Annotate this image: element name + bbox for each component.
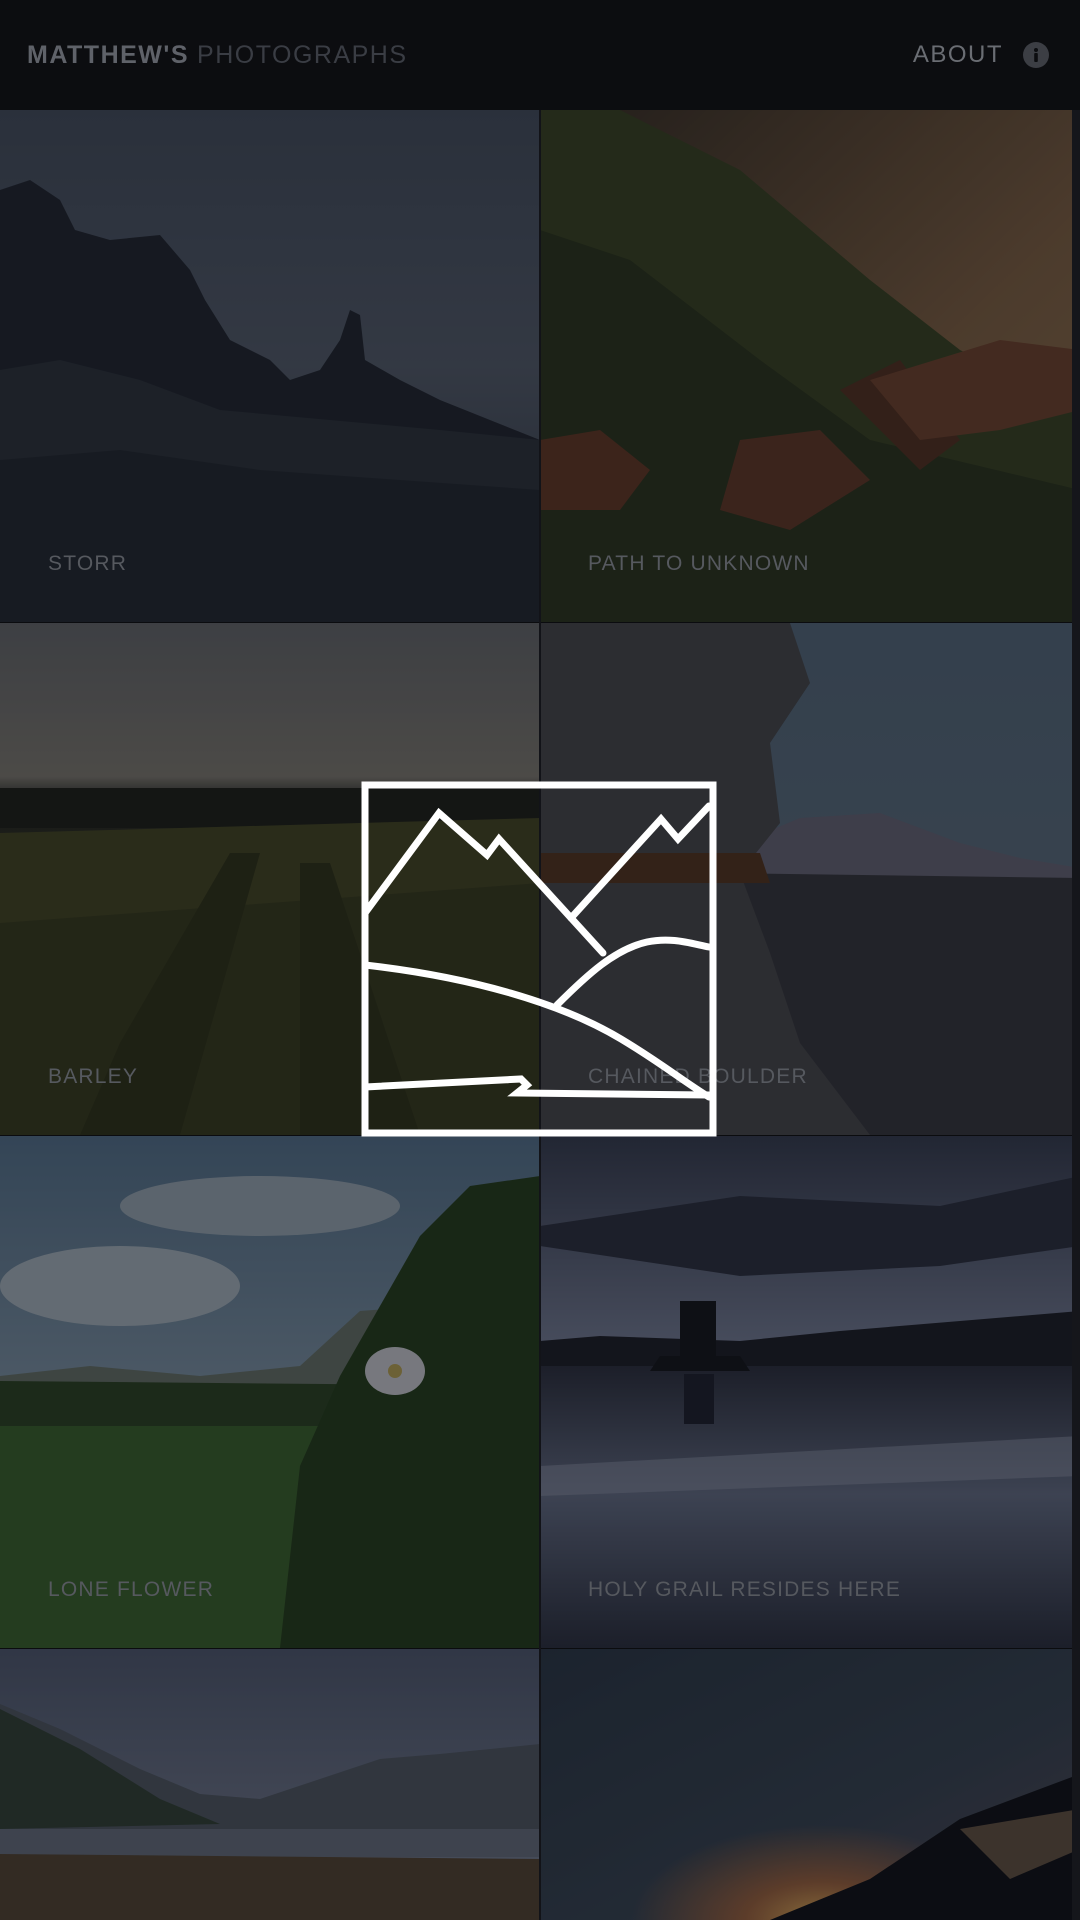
tile-caption: HOLY GRAIL RESIDES HERE bbox=[588, 1578, 902, 1601]
tile-caption: PATH TO UNKNOWN bbox=[588, 552, 810, 575]
about-link[interactable]: ABOUT bbox=[913, 41, 1003, 69]
tile-caption: STORR bbox=[48, 552, 128, 575]
header-nav: ABOUT bbox=[913, 41, 1053, 69]
photo-tile-storr[interactable]: STORR bbox=[0, 110, 540, 622]
top-header: MATTHEW'S PHOTOGRAPHS ABOUT bbox=[0, 0, 1080, 110]
photo-path-to-unknown bbox=[540, 110, 1080, 622]
brand-primary-text: MATTHEW'S bbox=[27, 40, 190, 69]
gallery-page: MATTHEW'S PHOTOGRAPHS ABOUT STORR PATH T… bbox=[0, 0, 1080, 1920]
site-brand[interactable]: MATTHEW'S PHOTOGRAPHS bbox=[27, 41, 408, 70]
photo-holy-grail bbox=[540, 1136, 1080, 1648]
photo-tile-loch[interactable] bbox=[0, 1649, 540, 1920]
mountain-landscape-logo-icon bbox=[361, 781, 717, 1137]
photo-loch bbox=[0, 1649, 540, 1920]
photo-tile-path-to-unknown[interactable]: PATH TO UNKNOWN bbox=[540, 110, 1080, 622]
scrollbar-track[interactable] bbox=[1072, 110, 1080, 1920]
tile-caption: LONE FLOWER bbox=[48, 1578, 215, 1601]
photo-sunset bbox=[540, 1649, 1080, 1920]
info-circle-icon[interactable] bbox=[1023, 42, 1049, 68]
photo-storr bbox=[0, 110, 540, 622]
photo-tile-holy-grail-resides-here[interactable]: HOLY GRAIL RESIDES HERE bbox=[540, 1136, 1080, 1648]
photo-tile-sunset[interactable] bbox=[540, 1649, 1080, 1920]
brand-secondary-text: PHOTOGRAPHS bbox=[197, 40, 408, 69]
photo-tile-lone-flower[interactable]: LONE FLOWER bbox=[0, 1136, 540, 1648]
photo-lone-flower bbox=[0, 1136, 540, 1648]
tile-caption: BARLEY bbox=[48, 1065, 139, 1088]
